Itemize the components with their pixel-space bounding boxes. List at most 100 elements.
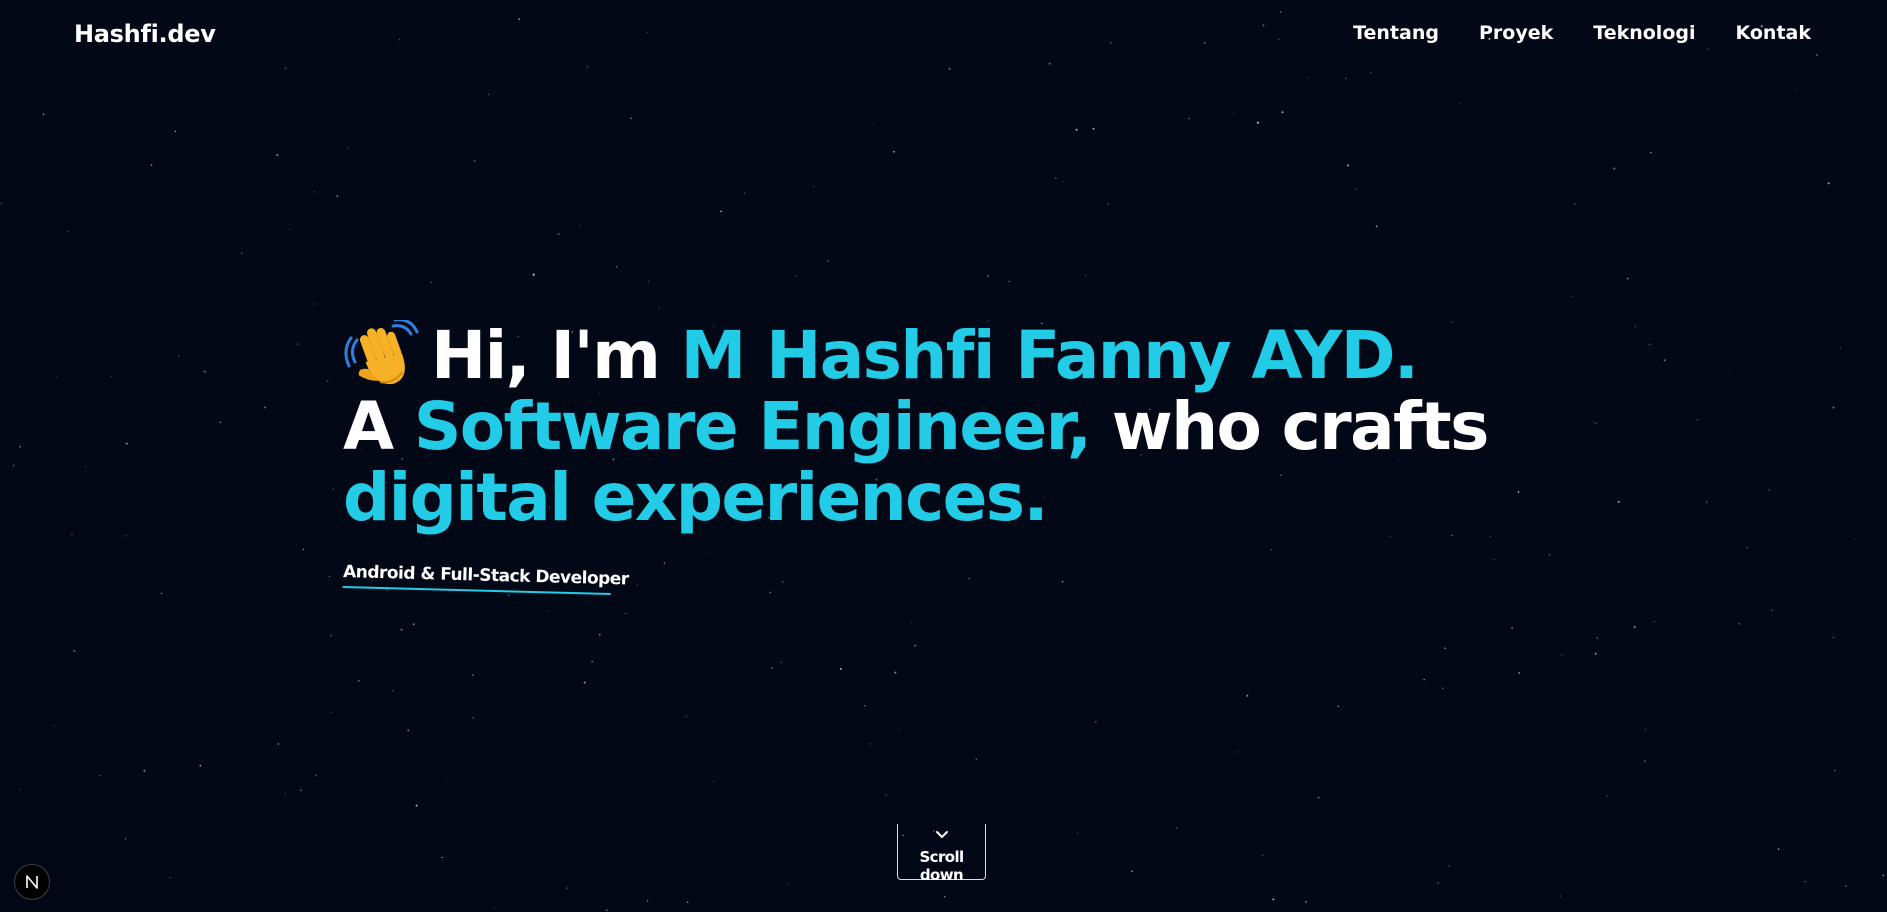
- star-dot: [548, 610, 550, 612]
- star-dot: [445, 783, 447, 785]
- star-dot: [125, 442, 128, 445]
- star-dot: [1626, 277, 1629, 280]
- star-dot: [1768, 489, 1770, 491]
- waving-hand-icon: [343, 318, 423, 391]
- star-dot: [19, 446, 21, 448]
- star-dot: [839, 667, 842, 670]
- star-dot: [169, 877, 171, 879]
- star-dot: [1606, 795, 1608, 798]
- star-dot: [782, 581, 784, 583]
- star-dot: [415, 804, 418, 807]
- star-dot: [302, 548, 305, 551]
- star-dot: [53, 725, 56, 727]
- star-dot: [1777, 848, 1780, 850]
- star-dot: [1061, 180, 1063, 182]
- star-dot: [471, 674, 474, 677]
- star-dot: [606, 909, 608, 911]
- star-dot: [1423, 678, 1425, 681]
- star-dot: [743, 192, 745, 194]
- star-dot: [1854, 538, 1856, 540]
- star-dot: [1305, 901, 1307, 903]
- star-dot: [1442, 687, 1444, 689]
- star-dot: [328, 575, 330, 578]
- star-dot: [1832, 406, 1835, 409]
- star-dot: [788, 883, 790, 885]
- star-dot: [532, 273, 535, 276]
- star-dot: [636, 584, 638, 586]
- star-dot: [686, 901, 689, 904]
- star-dot: [827, 260, 829, 262]
- hero-heading: Hi, I'm M Hashfi Fanny AYD. A Software E…: [343, 318, 1543, 536]
- star-dot: [1839, 347, 1841, 349]
- star-dot: [1746, 546, 1748, 549]
- star-dot: [1354, 188, 1357, 190]
- star-dot: [869, 743, 871, 745]
- star-dot: [1511, 627, 1513, 630]
- star-dot: [178, 355, 180, 357]
- star-dot: [658, 307, 660, 309]
- star-dot: [1518, 671, 1521, 674]
- star-dot: [1493, 558, 1495, 561]
- star-dot: [357, 679, 360, 682]
- star-dot: [392, 689, 394, 692]
- star-dot: [1092, 127, 1095, 130]
- star-dot: [1188, 117, 1190, 120]
- star-dot: [430, 281, 432, 284]
- nav-links: Tentang Proyek Teknologi Kontak: [1353, 22, 1811, 44]
- star-dot: [1572, 295, 1574, 297]
- star-dot: [289, 229, 291, 230]
- star-dot: [647, 280, 650, 282]
- star-dot: [910, 621, 912, 623]
- nav-link-kontak[interactable]: Kontak: [1735, 22, 1811, 44]
- star-dot: [125, 535, 127, 537]
- nextjs-dev-badge[interactable]: [14, 864, 50, 900]
- star-dot: [124, 838, 127, 840]
- star-dot: [1771, 609, 1773, 611]
- star-dot: [71, 533, 73, 536]
- star-dot: [84, 465, 86, 467]
- nav-link-teknologi[interactable]: Teknologi: [1593, 22, 1695, 44]
- star-dot: [1261, 854, 1264, 857]
- navbar: Hashfi.dev Tentang Proyek Teknologi Kont…: [0, 0, 1887, 70]
- star-dot: [1008, 280, 1010, 282]
- scroll-down-label: Scroll down: [919, 848, 964, 884]
- star-dot: [336, 195, 339, 197]
- hero-line-1: Hi, I'm M Hashfi Fanny AYD.: [343, 318, 1543, 391]
- star-dot: [284, 793, 286, 795]
- star-dot: [975, 758, 977, 760]
- star-dot: [943, 895, 946, 898]
- nav-link-proyek[interactable]: Proyek: [1479, 22, 1553, 44]
- star-dot: [1489, 536, 1492, 538]
- star-dot: [1256, 121, 1259, 124]
- star-dot: [143, 769, 146, 772]
- star-dot: [472, 716, 475, 719]
- star-dot: [1236, 751, 1238, 753]
- star-dot: [1697, 419, 1699, 421]
- star-dot: [1580, 292, 1582, 294]
- role-suffix: who crafts: [1090, 388, 1490, 465]
- star-dot: [407, 729, 410, 732]
- star-dot: [872, 124, 874, 126]
- star-dot: [663, 562, 666, 564]
- star-dot: [1548, 553, 1551, 556]
- star-dot: [264, 406, 267, 409]
- star-dot: [1345, 77, 1347, 79]
- star-dot: [73, 649, 76, 652]
- site-logo[interactable]: Hashfi.dev: [74, 20, 216, 48]
- star-dot: [1559, 895, 1561, 897]
- hero-line-3: digital experiences.: [343, 459, 1049, 536]
- star-dot: [1633, 626, 1636, 628]
- star-dot: [1644, 760, 1646, 762]
- star-dot: [1451, 534, 1453, 536]
- star-dot: [12, 464, 15, 467]
- star-dot: [557, 233, 560, 236]
- nav-link-tentang[interactable]: Tentang: [1353, 22, 1439, 44]
- scroll-down-button[interactable]: Scroll down: [897, 824, 986, 884]
- star-dot: [781, 661, 782, 663]
- star-dot: [1306, 77, 1308, 79]
- star-dot: [769, 591, 771, 594]
- star-dot: [330, 634, 332, 637]
- star-dot: [1882, 874, 1885, 877]
- star-dot: [1175, 827, 1178, 829]
- star-dot: [67, 230, 69, 232]
